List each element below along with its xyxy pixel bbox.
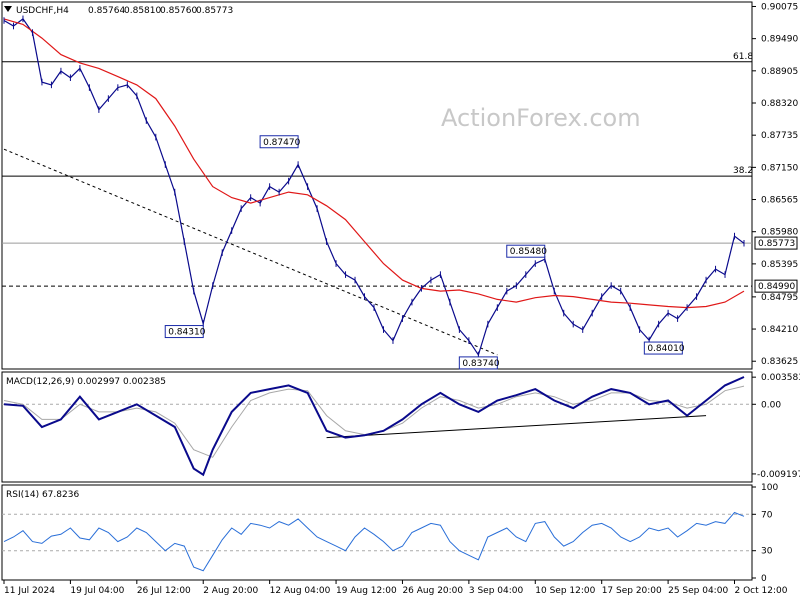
x-tick-label: 10 Sep 12:00 — [535, 586, 595, 596]
price-y-tick-label: 0.85395 — [761, 260, 798, 270]
price-y-tick-label: 0.85980 — [761, 228, 798, 238]
dashed-level-label-text: 0.84990 — [758, 282, 795, 292]
price-close: 0.85773 — [196, 6, 233, 16]
price-y-tick-label: 0.83625 — [761, 357, 798, 367]
macd-y-tick-label: 0.003583 — [761, 373, 800, 383]
price-y-tick-label: 0.84210 — [761, 325, 798, 335]
annotation-group: 0.84010 — [643, 341, 685, 355]
price-y-tick-label: 0.90075 — [761, 2, 798, 12]
annotation-label: 0.84310 — [168, 328, 205, 338]
x-tick-label: 2 Oct 12:00 — [735, 586, 788, 596]
price-y-tick-label: 0.88905 — [761, 67, 798, 77]
macd-panel-frame — [1, 371, 753, 483]
macd-y-low-label: -0.009197 — [757, 470, 800, 480]
annotation-group: 0.83740 — [458, 356, 500, 370]
watermark: ActionForex.com — [441, 104, 641, 132]
price-symbol: USDCHF,H4 — [16, 6, 69, 16]
rsi-y-tick-label: 70 — [761, 510, 773, 520]
x-tick-label: 26 Jul 12:00 — [137, 586, 191, 596]
dashed-level-label-group: 0.84990 — [754, 279, 798, 293]
annotation-label: 0.85480 — [510, 247, 547, 257]
annotation-label: 0.83740 — [462, 359, 499, 369]
rsi-y-tick-label: 100 — [761, 483, 778, 493]
x-tick-label: 12 Aug 04:00 — [270, 586, 331, 596]
price-y-tick-label: 0.87735 — [761, 131, 798, 141]
forex-chart: USDCHF,H4 0.85764 0.85810 0.85760 0.8577… — [0, 0, 800, 600]
chart-canvas: USDCHF,H4 0.85764 0.85810 0.85760 0.8577… — [1, 1, 800, 596]
price-y-tick-label: 0.86565 — [761, 196, 798, 206]
x-tick-label: 11 Jul 2024 — [4, 586, 55, 596]
fib-level-label: 61.8 — [733, 52, 753, 62]
annotation-group: 0.87470 — [259, 135, 301, 149]
fib-level-label: 38.2 — [733, 166, 753, 176]
rsi-label: RSI(14) 67.8236 — [6, 490, 79, 500]
macd-label: MACD(12,26,9) 0.002997 0.002385 — [6, 377, 166, 387]
price-open: 0.85764 — [88, 6, 125, 16]
x-tick-label: 17 Sep 20:00 — [602, 586, 662, 596]
annotation-label: 0.84010 — [647, 344, 684, 354]
x-tick-label: 19 Aug 12:00 — [336, 586, 397, 596]
price-y-tick-label: 0.84795 — [761, 293, 798, 303]
price-y-tick-label: 0.89490 — [761, 35, 798, 45]
price-low: 0.85760 — [160, 6, 197, 16]
x-tick-label: 25 Sep 04:00 — [668, 586, 728, 596]
current-price-label-text: 0.85773 — [758, 239, 795, 249]
price-y-tick-label: 0.88320 — [761, 99, 798, 109]
current-price-label-group: 0.85773 — [754, 236, 798, 250]
rsi-y-tick-label: 30 — [761, 547, 773, 557]
rsi-y-tick-label: 0 — [761, 574, 767, 584]
x-tick-label: 19 Jul 04:00 — [70, 586, 124, 596]
macd-y-tick-label: 0.00 — [761, 400, 781, 410]
x-tick-label: 26 Aug 20:00 — [402, 586, 463, 596]
x-tick-label: 2 Aug 20:00 — [203, 586, 258, 596]
x-tick-label: 3 Sep 04:00 — [469, 586, 524, 596]
price-y-tick-label: 0.87150 — [761, 163, 798, 173]
annotation-label: 0.87470 — [263, 138, 300, 148]
price-high: 0.85810 — [124, 6, 161, 16]
annotation-group: 0.84310 — [164, 325, 206, 339]
rsi-panel-frame — [1, 484, 753, 581]
annotation-group: 0.85480 — [506, 244, 547, 258]
